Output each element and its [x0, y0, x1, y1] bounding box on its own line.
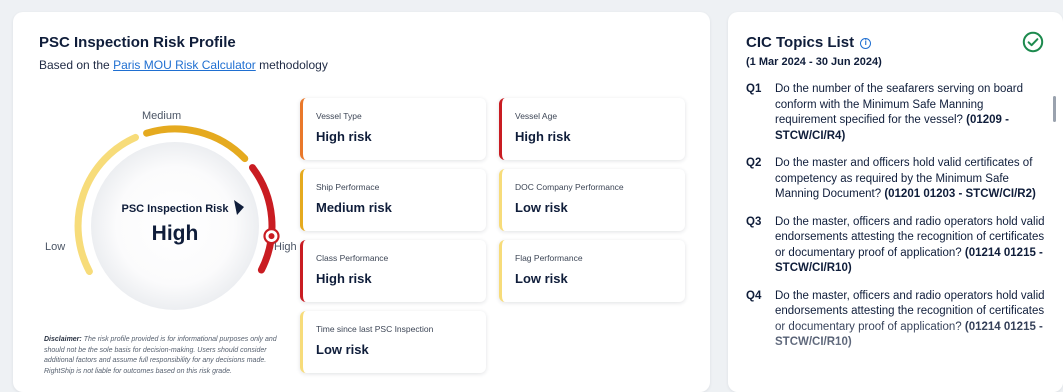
risk-profile-subtitle: Based on the Paris MOU Risk Calculator m… [39, 58, 328, 72]
tile-flag-performance[interactable]: Flag Performance Low risk [499, 240, 685, 302]
tile-value: Low risk [515, 271, 568, 286]
question-number: Q4 [746, 289, 762, 302]
tile-vessel-type[interactable]: Vessel Type High risk [300, 98, 486, 160]
cic-title-text: CIC Topics List [746, 34, 855, 51]
tile-value: High risk [316, 129, 372, 144]
tile-time-since-last-inspection[interactable]: Time since last PSC Inspection Low risk [300, 311, 486, 373]
tile-label: Time since last PSC Inspection [316, 324, 434, 334]
question-number: Q3 [746, 215, 762, 228]
disclaimer: Disclaimer: The risk profile provided is… [44, 335, 296, 377]
tile-label: Vessel Age [515, 111, 558, 121]
risk-gauge: Medium Low High PSC Inspection Risk High [39, 94, 299, 324]
gauge-label-low: Low [45, 241, 66, 253]
subtitle-prefix: Based on the [39, 58, 114, 72]
tile-class-performance[interactable]: Class Performance High risk [300, 240, 486, 302]
scrollbar-thumb[interactable] [1053, 96, 1056, 122]
tile-label: DOC Company Performance [515, 182, 624, 192]
cic-title: CIC Topics List i [746, 34, 872, 51]
psc-risk-card: PSC Inspection Risk Profile Based on the… [13, 12, 710, 392]
paris-mou-link[interactable]: Paris MOU Risk Calculator [113, 58, 256, 72]
info-icon[interactable]: i [860, 38, 872, 49]
tile-ship-performance[interactable]: Ship Performace Medium risk [300, 169, 486, 231]
tile-label: Ship Performace [316, 182, 380, 192]
tile-doc-company-performance[interactable]: DOC Company Performance Low risk [499, 169, 685, 231]
disclaimer-label: Disclaimer: [44, 336, 82, 343]
tile-label: Vessel Type [316, 111, 362, 121]
question-code: (01201 01203 - STCW/CI/R2) [884, 188, 1036, 200]
gauge-inner-title: PSC Inspection Risk [121, 203, 229, 215]
cic-topics-card: CIC Topics List i (1 Mar 2024 - 30 Jun 2… [728, 12, 1063, 392]
cic-date-range: (1 Mar 2024 - 30 Jun 2024) [746, 56, 882, 68]
cic-question-list: Q1 Do the number of the seafarers servin… [746, 82, 1046, 363]
list-item: Q3 Do the master, officers and radio ope… [746, 215, 1046, 277]
gauge-label-high: High [274, 241, 297, 253]
tile-label: Flag Performance [515, 253, 583, 263]
gauge-marker-dot [268, 233, 275, 240]
gauge-inner-value: High [151, 222, 199, 245]
list-item: Q4 Do the master, officers and radio ope… [746, 289, 1046, 351]
risk-profile-title: PSC Inspection Risk Profile [39, 34, 236, 51]
gauge-label-medium: Medium [142, 110, 182, 122]
tile-vessel-age[interactable]: Vessel Age High risk [499, 98, 685, 160]
tile-value: Low risk [316, 342, 369, 357]
list-item: Q1 Do the number of the seafarers servin… [746, 82, 1046, 144]
tile-value: High risk [515, 129, 571, 144]
tile-label: Class Performance [316, 253, 389, 263]
question-number: Q2 [746, 157, 762, 169]
check-circle-icon [1022, 31, 1044, 53]
list-item: Q2 Do the master and officers hold valid… [746, 156, 1046, 203]
tile-value: Medium risk [316, 200, 392, 215]
question-number: Q1 [746, 83, 762, 95]
tile-value: High risk [316, 271, 372, 286]
subtitle-suffix: methodology [255, 58, 328, 72]
tile-value: Low risk [515, 200, 568, 215]
